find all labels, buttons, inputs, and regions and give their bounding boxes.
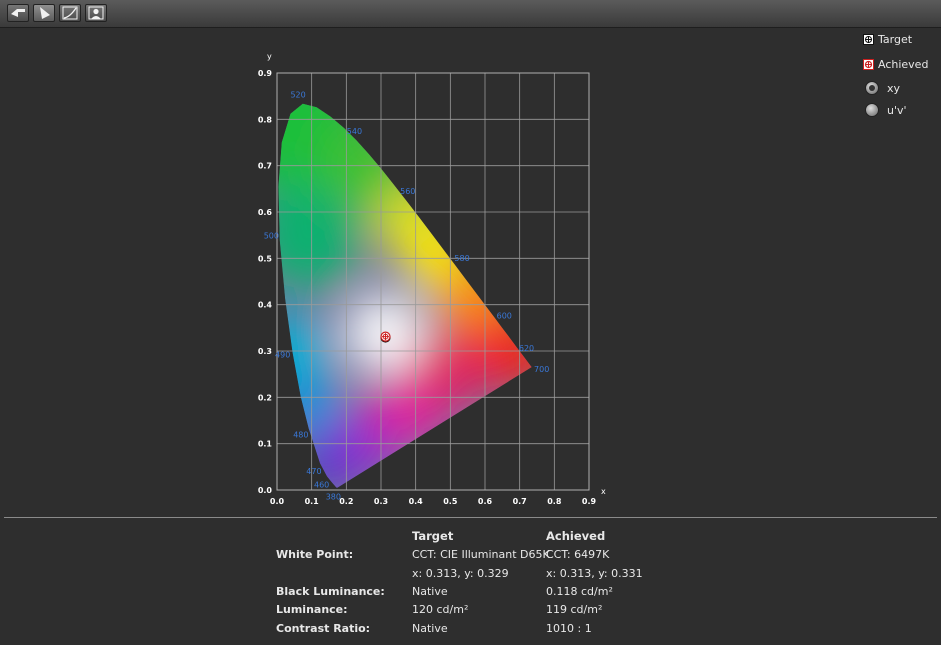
row-label-luminance: Luminance: [276,603,348,616]
y-axis-label: y [267,52,272,61]
wavelength-label: 480 [293,431,308,440]
contrast-ratio-achieved: 1010 : 1 [546,622,592,635]
target-marker-icon [863,33,874,45]
radio-xy[interactable]: xy [865,80,900,96]
column-header-achieved: Achieved [546,529,606,543]
white-point-xy-achieved: x: 0.313, y: 0.331 [546,567,643,580]
wavelength-label: 500 [264,231,279,240]
y-tick-label: 0.9 [258,69,273,78]
x-tick-label: 0.2 [339,497,353,505]
x-axis-label: x [601,487,606,496]
luminance-achieved: 119 cd/m² [546,603,603,616]
black-luminance-achieved: 0.118 cd/m² [546,585,613,598]
wavelength-label: 600 [497,312,512,321]
wavelength-label: 380 [326,493,341,502]
chromaticity-diagram: 0.0 0.1 0.2 0.3 0.4 0.5 0.6 0.7 0.8 0.9 0.0 0.1 0.2 0… [258,52,606,505]
wavelength-label: 490 [275,351,290,360]
y-tick-label: 0.6 [258,208,273,217]
y-tick-label: 0.7 [258,162,272,171]
gamut-view-button[interactable] [33,4,55,22]
row-label-black-luminance: Black Luminance: [276,585,385,598]
curve-view-button[interactable] [59,4,81,22]
wavelength-label: 460 [314,481,329,490]
x-tick-label: 0.1 [305,497,320,505]
white-point-achieved: CCT: 6497K [546,548,610,561]
wavelength-label: 470 [306,467,321,476]
wavelength-label: 560 [400,187,415,196]
radio-uv[interactable]: u'v' [865,102,907,118]
white-point-xy-target: x: 0.313, y: 0.329 [412,567,509,580]
wavelength-label: 580 [454,254,469,263]
achieved-marker [380,331,391,342]
legend-achieved: Achieved [863,56,928,72]
y-tick-label: 0.5 [258,254,273,263]
wavelength-label: 620 [519,344,534,353]
gamut-icon [40,7,50,19]
black-luminance-target: Native [412,585,448,598]
y-tick-label: 0.1 [258,440,273,449]
back-button[interactable] [7,4,29,22]
y-tick-label: 0.3 [258,347,272,356]
y-tick-label: 0.4 [258,301,273,310]
radio-uv-button[interactable] [865,103,879,117]
y-tick-label: 0.2 [258,393,272,402]
radio-uv-label: u'v' [887,103,907,117]
wavelength-label: 540 [347,127,362,136]
wavelength-label: 520 [290,91,305,100]
y-tick-label: 0.0 [258,486,273,495]
achieved-marker-icon [863,58,874,70]
x-tick-label: 0.8 [547,497,562,505]
column-header-target: Target [412,529,454,543]
legend-achieved-label: Achieved [878,57,929,71]
back-arrow-icon [11,9,25,17]
x-tick-label: 0.6 [478,497,493,505]
x-tick-label: 0.0 [270,497,285,505]
white-point-target: CCT: CIE Illuminant D65K [412,548,550,561]
row-label-contrast-ratio: Contrast Ratio: [276,622,371,635]
x-tick-label: 0.5 [443,497,458,505]
x-tick-label: 0.7 [513,497,527,505]
radio-xy-label: xy [887,81,901,95]
divider [4,517,937,518]
x-tick-label: 0.3 [374,497,388,505]
legend-target: Target [863,31,912,47]
chromaticity-chart: 0.0 0.1 0.2 0.3 0.4 0.5 0.6 0.7 0.8 0.9 0.0 0.1 0.2 0… [250,45,615,505]
toolbar [0,0,941,28]
row-label-white-point: White Point: [276,548,354,561]
radio-xy-button[interactable] [865,81,879,95]
person-icon [88,6,104,20]
luminance-target: 120 cd/m² [412,603,469,616]
curve-icon [62,6,78,20]
legend-target-label: Target [878,32,913,46]
y-tick-label: 0.8 [258,115,273,124]
contrast-ratio-target: Native [412,622,448,635]
wavelength-label: 700 [534,365,549,374]
x-tick-label: 0.4 [409,497,424,505]
x-tick-label: 0.9 [582,497,597,505]
profile-view-button[interactable] [85,4,107,22]
